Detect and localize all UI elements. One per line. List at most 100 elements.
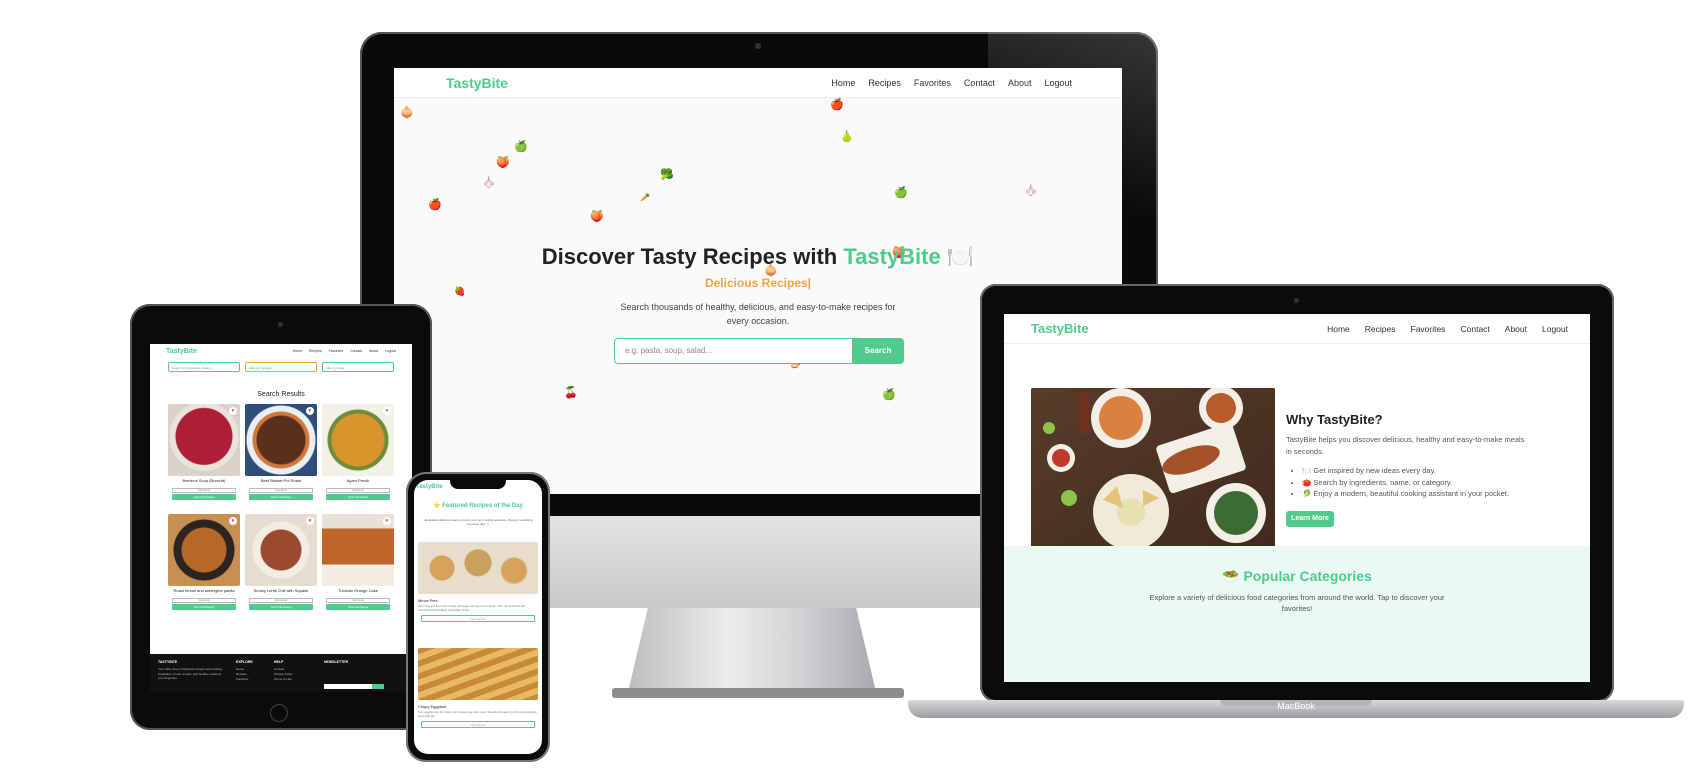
list-item: 🥬 Enjoy a modern, beautiful cooking assi…	[1302, 488, 1509, 500]
favorite-heart-icon[interactable]: ♥	[229, 407, 237, 415]
recipe-summary: Slice eggplant into thin strips, dip in …	[418, 711, 538, 718]
footer-brand: TASTYBITE	[158, 660, 178, 664]
imac-stand-foot	[612, 688, 904, 698]
peach-icon: 🍑	[496, 157, 510, 169]
carrot-icon: 🥕	[640, 193, 650, 202]
view-recipe-button[interactable]: View Recipe	[421, 615, 535, 623]
footer-link[interactable]: Favorites	[236, 677, 248, 682]
ingredients-toggle[interactable]: Ingredients	[172, 598, 236, 603]
camera-dot	[1294, 298, 1299, 303]
why-title: Why TastyBite?	[1286, 412, 1383, 427]
footer-link[interactable]: Terms of Use	[274, 677, 292, 682]
view-recipe-button[interactable]: View Full Recipe	[326, 494, 390, 500]
view-recipe-button[interactable]: View Recipe	[421, 721, 535, 729]
recipe-image	[322, 404, 394, 476]
macbook-screen: TastyBite Home Recipes Favorites Contact…	[1004, 314, 1590, 682]
favorite-heart-icon[interactable]: ♥	[229, 517, 237, 525]
navbar: TastyBite Home Recipes Favorites Contact…	[150, 344, 412, 358]
nav-about[interactable]: About	[1008, 78, 1032, 88]
nav-favorites[interactable]: Favorites	[329, 349, 343, 353]
recipe-card: ♥ Smoky Lentil Chili with Squash Ingredi…	[245, 514, 317, 620]
footer: TASTYBITE Your daily dose of delicious r…	[150, 654, 412, 692]
recipe-card: ♥ Beetroot Soup (Borscht) Ingredients Vi…	[168, 404, 240, 510]
nav-links: Home Recipes Favorites Contact About Log…	[1312, 324, 1568, 334]
brand-logo[interactable]: TastyBite	[416, 484, 443, 490]
nav-logout[interactable]: Logout	[385, 349, 396, 353]
filter-bar: Search by recipe title, dietary, ... Fil…	[168, 362, 394, 372]
nav-links: Home Recipes Favorites Contact About Log…	[818, 78, 1072, 88]
navbar: TastyBite Home Recipes Favorites Contact…	[394, 68, 1122, 98]
results-grid: ♥ Beetroot Soup (Borscht) Ingredients Vi…	[168, 404, 394, 620]
view-recipe-button[interactable]: View Full Recipe	[249, 494, 313, 500]
favorite-heart-icon[interactable]: ♥	[306, 407, 314, 415]
category-select[interactable]: Filter by Category	[245, 362, 317, 372]
view-recipe-button[interactable]: View Full Recipe	[326, 604, 390, 610]
recipe-name: Smoky Lentil Chili with Squash	[253, 588, 309, 593]
footer-link[interactable]: Contact	[274, 667, 284, 672]
area-select[interactable]: Filter by Area	[322, 362, 394, 372]
onion-icon: 🧅	[400, 107, 414, 119]
list-item: 🍅 Search by ingredients, name, or catego…	[1302, 477, 1509, 489]
ingredients-toggle[interactable]: Ingredients	[326, 488, 390, 493]
nav-contact[interactable]: Contact	[964, 78, 995, 88]
recipe-image	[245, 404, 317, 476]
camera-dot	[755, 43, 761, 49]
nav-recipes[interactable]: Recipes	[309, 349, 322, 353]
recipe-image	[322, 514, 394, 586]
nav-favorites[interactable]: Favorites	[1411, 324, 1446, 334]
brand-logo[interactable]: TastyBite	[1031, 321, 1089, 336]
why-text: TastyBite helps you discover delicious, …	[1286, 435, 1525, 456]
recipe-name: Beetroot Soup (Borscht)	[182, 478, 226, 483]
search-button[interactable]: Search	[852, 338, 904, 364]
recipe-name: Beef Brisket Pot Roast	[260, 478, 302, 483]
nav-logout[interactable]: Logout	[1542, 324, 1568, 334]
recipe-card: Crispy Eggplant Slice eggplant into thin…	[418, 648, 538, 729]
apple-icon: 🍏	[894, 187, 908, 199]
favorite-heart-icon[interactable]: ♥	[383, 407, 391, 415]
ingredients-toggle[interactable]: Ingredients	[326, 598, 390, 603]
results-title: Search Results	[257, 391, 305, 398]
newsletter-button[interactable]	[372, 684, 384, 689]
list-item: 🍽️ Get inspired by new ideas every day.	[1302, 465, 1509, 477]
nav-home[interactable]: Home	[293, 349, 302, 353]
nav-contact[interactable]: Contact	[350, 349, 362, 353]
search-input[interactable]: e.g. pasta, soup, salad...	[614, 338, 854, 364]
footer-link[interactable]: Recipes	[236, 672, 247, 677]
favorite-heart-icon[interactable]: ♥	[383, 517, 391, 525]
food-table-image	[1031, 388, 1275, 550]
nav-recipes[interactable]: Recipes	[868, 78, 901, 88]
view-recipe-button[interactable]: View Full Recipe	[249, 604, 313, 610]
brand-logo[interactable]: TastyBite	[446, 75, 508, 91]
nav-recipes[interactable]: Recipes	[1365, 324, 1396, 334]
nav-logout[interactable]: Logout	[1044, 78, 1072, 88]
view-recipe-button[interactable]: View Full Recipe	[172, 494, 236, 500]
view-recipe-button[interactable]: View Full Recipe	[172, 604, 236, 610]
recipe-search-input[interactable]: Search by recipe title, dietary, ...	[168, 362, 240, 372]
learn-more-button[interactable]: Learn More	[1286, 511, 1334, 527]
nav-home[interactable]: Home	[831, 78, 855, 88]
macbook-label: MacBook	[1277, 701, 1315, 711]
favorite-heart-icon[interactable]: ♥	[306, 517, 314, 525]
pear-icon: 🍐	[840, 131, 854, 143]
recipe-card: ♥ Roast fennel and aubergine paella Ingr…	[168, 514, 240, 620]
newsletter-input[interactable]	[324, 684, 372, 689]
ingredients-toggle[interactable]: Ingredients	[172, 488, 236, 493]
featured-title: ⭐ Featured Recipes of the Day	[433, 503, 523, 509]
nav-about[interactable]: About	[369, 349, 378, 353]
nav-contact[interactable]: Contact	[1460, 324, 1489, 334]
footer-link[interactable]: Privacy Policy	[274, 672, 293, 677]
recipe-image	[168, 404, 240, 476]
recipe-image	[245, 514, 317, 586]
nav-about[interactable]: About	[1505, 324, 1527, 334]
nav-home[interactable]: Home	[1327, 324, 1350, 334]
footer-explore-heading: EXPLORE	[236, 660, 253, 664]
nav-favorites[interactable]: Favorites	[914, 78, 951, 88]
recipe-summary: Rub butter into flour until crumbly, add…	[418, 605, 525, 612]
ingredients-toggle[interactable]: Ingredients	[249, 488, 313, 493]
ingredients-toggle[interactable]: Ingredients	[249, 598, 313, 603]
recipe-card: Mince Pies Rub butter into flour until c…	[418, 542, 538, 623]
garlic-icon: 🧄	[482, 177, 496, 189]
brand-logo[interactable]: TastyBite	[166, 348, 197, 355]
footer-link[interactable]: Home	[236, 667, 244, 672]
phone-notch	[450, 479, 506, 489]
